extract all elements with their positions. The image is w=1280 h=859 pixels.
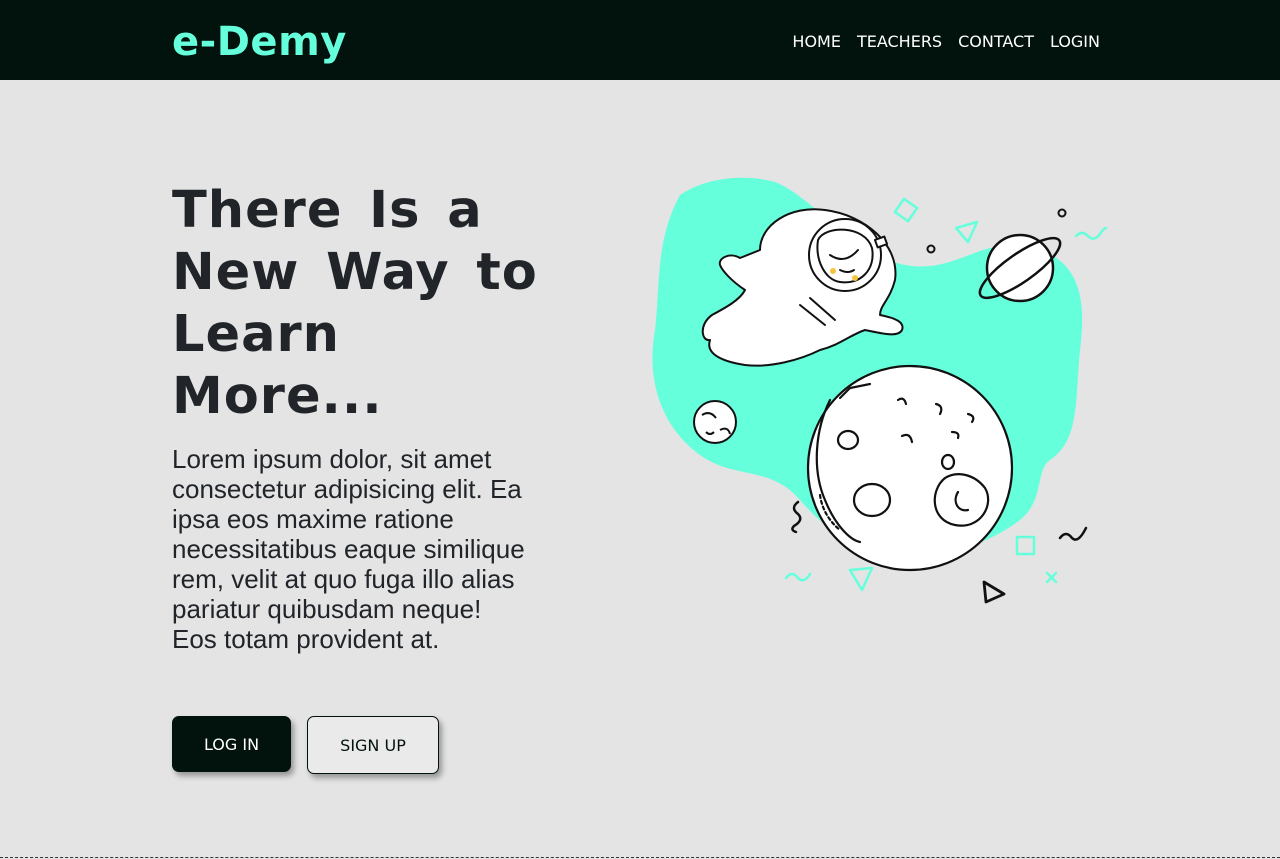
- hero-description: Lorem ipsum dolor, sit amet consectetur …: [172, 444, 525, 654]
- login-button[interactable]: LOG IN: [172, 716, 291, 772]
- nav-links: HOME TEACHERS CONTACT LOGIN: [792, 32, 1100, 52]
- signup-button[interactable]: SIGN UP: [307, 716, 439, 774]
- section-divider: [0, 857, 1280, 858]
- space-illustration: [652, 177, 1108, 604]
- nav-link-login[interactable]: LOGIN: [1050, 32, 1100, 52]
- brand-logo[interactable]: e-Demy: [172, 18, 347, 66]
- nav-link-teachers[interactable]: TEACHERS: [857, 32, 942, 52]
- small-planet-icon: [693, 400, 737, 444]
- nav-link-contact[interactable]: CONTACT: [958, 32, 1034, 52]
- moon-icon: [806, 364, 1014, 572]
- navbar: e-Demy HOME TEACHERS CONTACT LOGIN: [0, 0, 1280, 80]
- hero-title: There Is a New Way to Learn More...: [172, 181, 538, 426]
- nav-link-home[interactable]: HOME: [792, 32, 841, 52]
